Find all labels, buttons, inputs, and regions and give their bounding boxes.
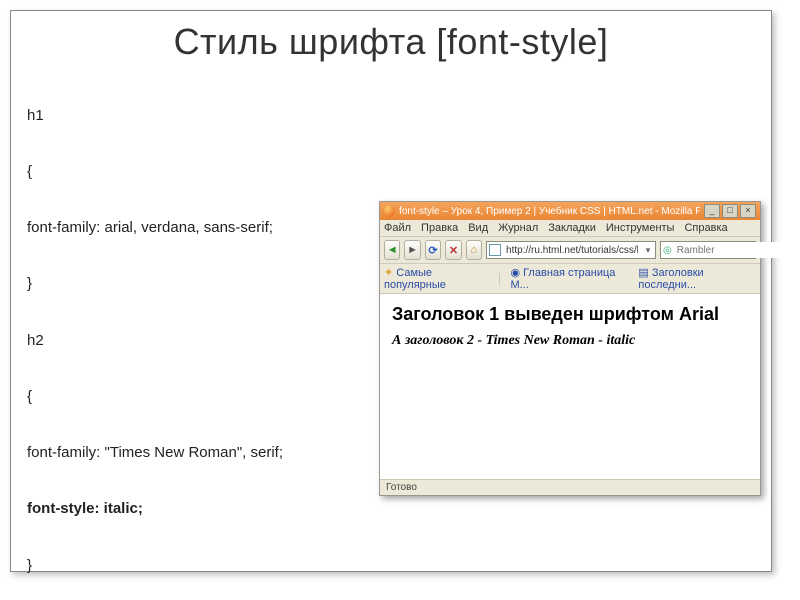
page-icon — [489, 244, 501, 256]
menu-help[interactable]: Справка — [684, 222, 727, 234]
menu-file[interactable]: Файл — [384, 222, 411, 234]
close-button[interactable]: × — [740, 204, 756, 218]
bookmark-popular[interactable]: ✦ Самые популярные — [384, 266, 489, 291]
folder-icon: ✦ — [384, 267, 393, 279]
search-input[interactable] — [675, 242, 800, 258]
code-line: } — [27, 557, 771, 576]
menu-edit[interactable]: Правка — [421, 222, 458, 234]
status-text: Готово — [386, 482, 417, 493]
reload-button[interactable]: ⟳ — [425, 240, 441, 260]
browser-toolbar: ◄ ► ⟳ ✕ ⌂ ▾ ◎ — [380, 237, 760, 264]
browser-viewport: Заголовок 1 выведен шрифтом Arial А заго… — [380, 294, 760, 479]
rendered-h1: Заголовок 1 выведен шрифтом Arial — [392, 304, 748, 325]
code-line: { — [27, 163, 771, 182]
slide-frame: Стиль шрифта [font-style] h1 { font-fami… — [10, 10, 772, 572]
search-box[interactable]: ◎ — [660, 241, 756, 259]
menu-view[interactable]: Вид — [468, 222, 488, 234]
code-line: font-style: italic; — [27, 500, 771, 519]
separator — [499, 273, 500, 285]
home-button[interactable]: ⌂ — [466, 240, 482, 260]
slide-title: Стиль шрифта [font-style] — [11, 21, 771, 63]
url-dropdown-icon[interactable]: ▾ — [643, 245, 653, 256]
browser-titlebar: font-style – Урок 4, Пример 2 | Учебник … — [380, 202, 760, 220]
bookmark-latest-headlines[interactable]: ▤ Заголовки последни... — [638, 266, 756, 291]
browser-statusbar: Готово — [380, 479, 760, 495]
forward-button[interactable]: ► — [404, 240, 420, 260]
code-line: h1 — [27, 107, 771, 126]
window-title-text: font-style – Урок 4, Пример 2 | Учебник … — [399, 206, 700, 217]
bookmark-mozilla-home[interactable]: ◉ Главная страница M... — [510, 266, 628, 291]
browser-menubar: Файл Правка Вид Журнал Закладки Инструме… — [380, 220, 760, 237]
maximize-button[interactable]: □ — [722, 204, 738, 218]
browser-window: font-style – Урок 4, Пример 2 | Учебник … — [379, 201, 761, 496]
bookmarks-toolbar: ✦ Самые популярные ◉ Главная страница M.… — [380, 264, 760, 294]
menu-bookmarks[interactable]: Закладки — [548, 222, 596, 234]
menu-history[interactable]: Журнал — [498, 222, 538, 234]
rendered-h2: А заголовок 2 - Times New Roman - italic — [392, 333, 748, 349]
back-button[interactable]: ◄ — [384, 240, 400, 260]
url-bar[interactable]: ▾ — [486, 241, 656, 259]
firefox-icon — [384, 205, 395, 217]
url-input[interactable] — [504, 242, 640, 258]
search-engine-icon[interactable]: ◎ — [663, 245, 672, 256]
stop-button[interactable]: ✕ — [445, 240, 461, 260]
menu-tools[interactable]: Инструменты — [606, 222, 675, 234]
minimize-button[interactable]: _ — [704, 204, 720, 218]
